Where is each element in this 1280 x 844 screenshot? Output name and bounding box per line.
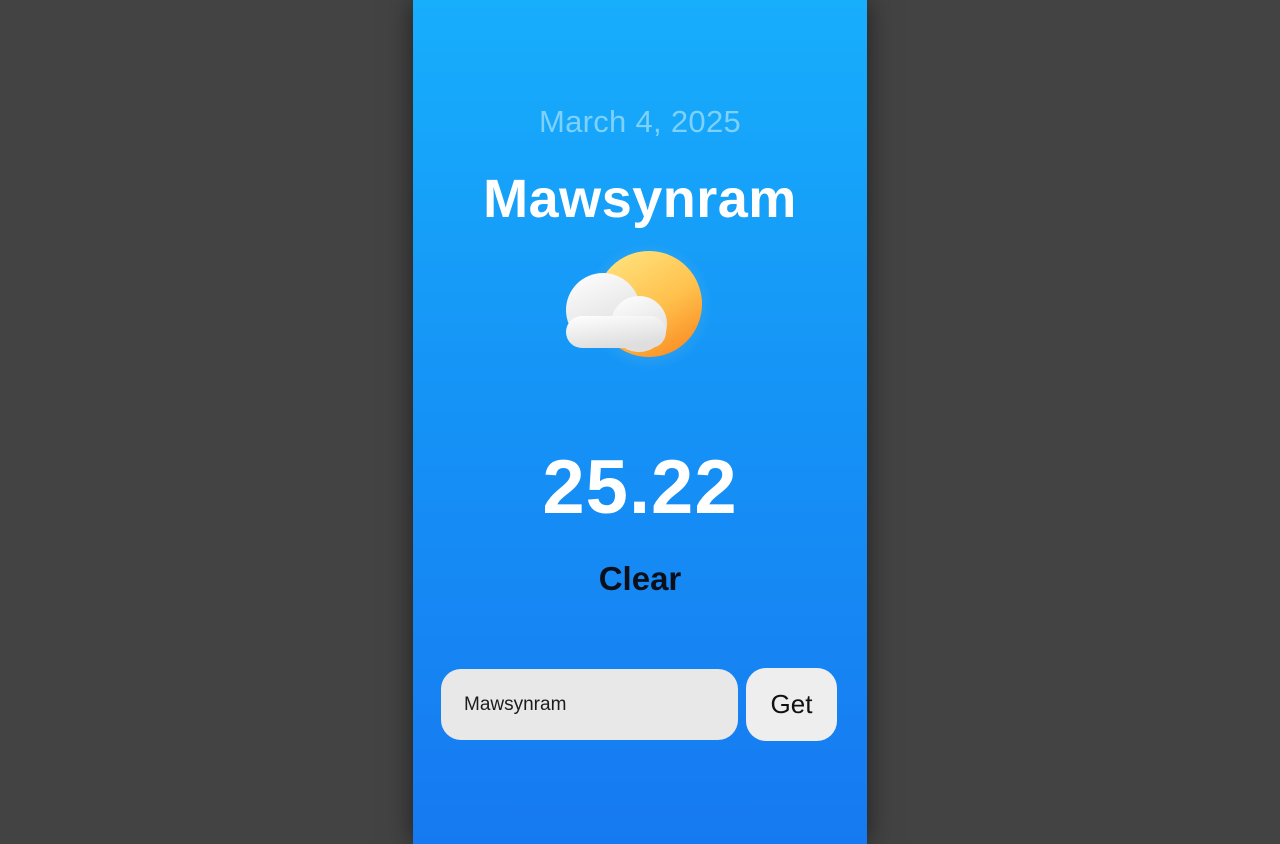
get-weather-button[interactable]: Get: [746, 668, 837, 741]
weather-condition: Clear: [598, 560, 682, 597]
temperature-value: 25.22: [542, 445, 738, 530]
date-label: March 4, 2025: [538, 104, 742, 139]
weather-icon-graphic: [566, 242, 713, 370]
city-search-input[interactable]: [441, 669, 738, 740]
weather-card: March 4, 2025 Mawsynram 25.22 Clear Maws…: [413, 0, 867, 844]
sun-behind-cloud-icon: [561, 240, 713, 370]
page-background: March 4, 2025 Mawsynram 25.22 Clear Maws…: [0, 0, 1280, 844]
city-name: Mawsynram: [483, 169, 797, 229]
